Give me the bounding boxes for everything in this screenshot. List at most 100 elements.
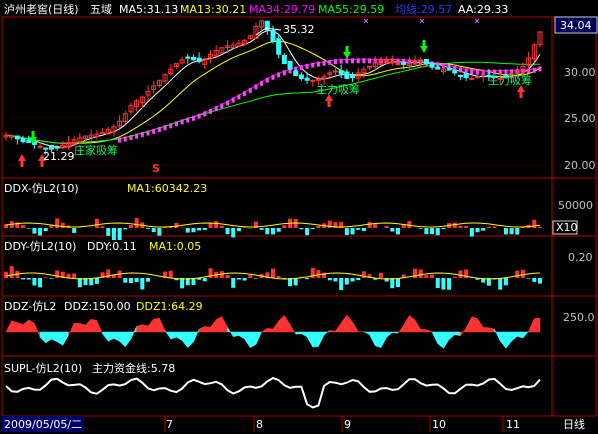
ddy-bar [236,278,241,280]
ddz-segment [62,331,69,347]
candle-body [287,60,293,70]
ddx-bar [503,228,508,235]
stock-chart[interactable]: 泸州老窖(日线) 五域 MA5:31.13 MA13:30.21 MA34:29… [0,0,598,434]
ddz-segment [346,314,353,333]
ddz-area[interactable] [5,314,541,350]
ddx-bar [191,228,196,233]
ddy-bar [305,278,310,280]
candle-body [395,63,401,66]
candle-body [446,68,452,71]
ddy-bar [134,278,139,282]
ddy-bar [21,278,26,280]
candlestick-series[interactable] [3,20,543,155]
ddz-segment [403,314,410,333]
ddx-bar [128,224,133,228]
ddz-segment [244,331,251,349]
ddy-bar [452,276,457,278]
candle-body [304,77,310,81]
ddy-title: DDY-仿L2(10) [4,240,76,253]
ddz-segment [352,321,359,333]
ma34-band-marker [316,61,320,67]
ddy-bar [4,271,8,278]
ddz-segment [318,331,325,347]
ma34-band-marker [157,127,161,133]
ma34-band-marker [265,77,269,83]
ma34-band-marker [271,74,275,80]
ddx-bars[interactable] [4,217,542,240]
ddx-bar [72,228,77,233]
ddy-ma-label: MA1:0.05 [149,240,201,253]
ma5-line [5,30,541,148]
ddy-bar [390,278,395,289]
ddz-segment [505,331,512,349]
ddz-axis-label: 250.0 [563,311,595,324]
ddz-segment [261,327,268,333]
avg-line-label: 均线:29.57 [395,2,452,16]
ddy-bar [94,278,99,284]
sell-arrow-icon [18,154,26,167]
ddz-segment [301,331,308,338]
ddz-segment [125,331,132,348]
ddy-bars[interactable] [4,266,542,291]
price-axis-25: 25.00 [564,112,596,125]
ddz-segment [28,319,35,333]
ddz-segment [420,329,427,333]
ddx-bar [242,227,247,228]
ddz-segment [11,320,18,333]
ddz-segment [153,317,160,333]
candle-body [452,70,458,74]
period-label[interactable]: 日线 [563,417,585,431]
candle-body [315,78,321,81]
candle-body [338,70,344,75]
candle-body [463,73,469,78]
ddy-bar [316,270,321,278]
ddz-segment [5,320,12,333]
ddx-bar [214,221,219,228]
ddz-segment [159,318,166,333]
ma34-band-marker [129,135,133,141]
supl-main-line [5,376,541,409]
ddz-segment [193,328,200,342]
ddy-bar [503,278,508,286]
ddx-bar [464,226,469,228]
ddz-segment [431,331,438,344]
ddy-bar [538,278,542,284]
ddz-segment [414,319,421,333]
ma34-band-marker [464,68,468,74]
ma34-band-marker [305,63,309,69]
candle-body [14,135,20,140]
ddx-bar [538,226,542,228]
marker-x-icon [363,18,369,24]
ddy-bar [498,278,503,290]
ddx-bar [38,228,43,236]
ddx-bar [515,228,520,235]
ddy-bar [43,277,48,278]
ma13-label: MA13:30.21 [180,3,246,16]
ma34-band-marker [231,97,235,103]
candle-body [332,70,338,73]
ddx-bar [202,228,207,230]
ma34-band-marker [169,123,173,129]
peak-price-label: 35.32 [283,23,315,36]
ddy-bar [350,278,355,282]
candle-body [423,58,429,65]
ddx-bar [146,228,151,229]
ddx-bar [469,228,474,237]
ddy-bar [9,266,14,278]
ddx-bar [32,228,37,234]
ddx-bar [231,228,236,238]
ddz-segment [34,323,41,338]
ddz-segment [136,324,143,333]
ddx-bar [197,228,202,231]
ddy-bar [441,278,446,290]
ddy-bar [344,278,349,285]
ddz-segment [56,331,64,346]
month-label-9: 9 [344,418,351,431]
supl-line[interactable] [5,376,541,409]
ddx-bar [344,228,349,236]
candle-body [293,70,299,77]
ma34-band-marker [214,106,218,112]
ddy-bar [242,278,247,281]
ddx-bar [111,228,116,240]
accumulation-note-1: 主力吸筹 [316,82,360,96]
